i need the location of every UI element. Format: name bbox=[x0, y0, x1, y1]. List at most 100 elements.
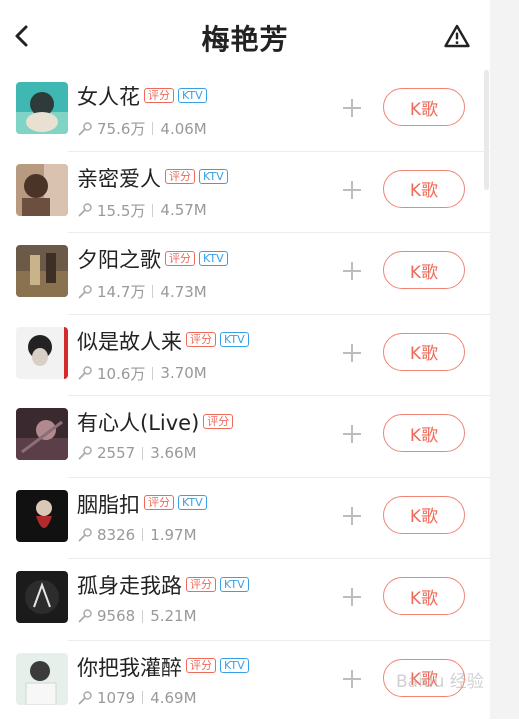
add-button[interactable] bbox=[340, 259, 364, 283]
play-count: 14.7万 bbox=[97, 281, 145, 302]
song-meta: 14.7万 4.73M bbox=[77, 281, 207, 302]
file-size: 4.57M bbox=[160, 201, 206, 219]
play-count: 9568 bbox=[97, 607, 135, 625]
song-title: 你把我灌醉评分KTV bbox=[77, 655, 249, 681]
song-name: 有心人(Live) bbox=[77, 411, 199, 435]
album-cover bbox=[16, 571, 68, 623]
microphone-icon bbox=[77, 365, 93, 381]
song-meta: 10.6万 3.70M bbox=[77, 363, 207, 384]
microphone-icon bbox=[77, 527, 93, 543]
score-tag: 评分 bbox=[165, 251, 195, 266]
plus-icon bbox=[340, 178, 364, 202]
song-name: 女人花 bbox=[77, 85, 140, 109]
file-size: 3.70M bbox=[160, 364, 206, 382]
ktv-tag: KTV bbox=[178, 88, 207, 103]
song-row[interactable]: 亲密爱人评分KTV 15.5万4.57M K歌 bbox=[0, 152, 490, 234]
play-count: 75.6万 bbox=[97, 118, 145, 139]
album-cover bbox=[16, 82, 68, 134]
k-song-button[interactable]: K歌 bbox=[383, 333, 465, 371]
play-count: 1079 bbox=[97, 689, 135, 707]
song-list: 女人花评分KTV 75.6万4.06M K歌 亲密爱人评分KTV 15.5万4.… bbox=[0, 70, 490, 722]
plus-icon bbox=[340, 585, 364, 609]
song-row[interactable]: 似是故人来评分 KTV 10.6万 3.70M K歌 bbox=[0, 315, 490, 397]
k-song-button[interactable]: K歌 bbox=[383, 577, 465, 615]
file-size: 3.66M bbox=[150, 444, 196, 462]
score-tag: 评分 bbox=[186, 577, 216, 592]
plus-icon bbox=[340, 667, 364, 691]
song-title: 似是故人来评分 KTV bbox=[77, 329, 249, 355]
add-button[interactable] bbox=[340, 585, 364, 609]
add-button[interactable] bbox=[340, 422, 364, 446]
song-name: 似是故人来 bbox=[77, 330, 182, 354]
divider bbox=[142, 691, 143, 704]
side-gutter bbox=[490, 0, 519, 719]
song-title: 亲密爱人评分KTV bbox=[77, 166, 228, 192]
divider bbox=[142, 610, 143, 623]
song-meta: 1079 4.69M bbox=[77, 689, 197, 707]
song-name: 夕阳之歌 bbox=[77, 248, 161, 272]
divider bbox=[152, 367, 153, 380]
add-button[interactable] bbox=[340, 341, 364, 365]
song-title: 孤身走我路评分KTV bbox=[77, 573, 249, 599]
score-tag: 评分 bbox=[144, 495, 174, 510]
file-size: 5.21M bbox=[150, 607, 196, 625]
play-count: 2557 bbox=[97, 444, 135, 462]
album-cover bbox=[16, 653, 68, 705]
divider bbox=[152, 122, 153, 135]
ktv-tag: KTV bbox=[220, 332, 249, 347]
plus-icon bbox=[340, 341, 364, 365]
divider bbox=[142, 447, 143, 460]
song-title: 有心人(Live) 评分 bbox=[77, 410, 233, 436]
plus-icon bbox=[340, 259, 364, 283]
song-meta: 15.5万4.57M bbox=[77, 200, 207, 221]
page-title: 梅艳芳 bbox=[0, 18, 490, 58]
song-row[interactable]: 孤身走我路评分KTV 95685.21M K歌 bbox=[0, 559, 490, 641]
report-button[interactable] bbox=[440, 20, 474, 52]
score-tag: 评分 bbox=[186, 332, 216, 347]
play-count: 10.6万 bbox=[97, 363, 145, 384]
song-name: 亲密爱人 bbox=[77, 167, 161, 191]
file-size: 1.97M bbox=[150, 526, 196, 544]
album-cover bbox=[16, 245, 68, 297]
k-song-button[interactable]: K歌 bbox=[383, 88, 465, 126]
ktv-tag: KTV bbox=[220, 577, 249, 592]
microphone-icon bbox=[77, 690, 93, 706]
ktv-tag: KTV bbox=[199, 251, 228, 266]
song-row[interactable]: 夕阳之歌评分 KTV 14.7万 4.73M K歌 bbox=[0, 233, 490, 315]
plus-icon bbox=[340, 96, 364, 120]
microphone-icon bbox=[77, 608, 93, 624]
song-meta: 83261.97M bbox=[77, 526, 197, 544]
plus-icon bbox=[340, 504, 364, 528]
k-song-button[interactable]: K歌 bbox=[383, 496, 465, 534]
ktv-tag: KTV bbox=[178, 495, 207, 510]
file-size: 4.73M bbox=[160, 283, 206, 301]
song-row[interactable]: 女人花评分 KTV 75.6万 4.06M K歌 bbox=[0, 70, 490, 152]
add-button[interactable] bbox=[340, 667, 364, 691]
album-cover bbox=[16, 164, 68, 216]
header-bar: 梅艳芳 bbox=[0, 0, 490, 70]
divider bbox=[152, 204, 153, 217]
file-size: 4.06M bbox=[160, 120, 206, 138]
k-song-button[interactable]: K歌 bbox=[383, 414, 465, 452]
add-button[interactable] bbox=[340, 178, 364, 202]
song-meta: 9568 5.21M bbox=[77, 607, 197, 625]
divider bbox=[142, 528, 143, 541]
score-tag: 评分 bbox=[203, 414, 233, 429]
album-cover bbox=[16, 490, 68, 542]
k-song-button[interactable]: K歌 bbox=[383, 251, 465, 289]
k-song-button[interactable]: K歌 bbox=[383, 170, 465, 208]
song-name: 你把我灌醉 bbox=[77, 656, 182, 680]
score-tag: 评分 bbox=[144, 88, 174, 103]
add-button[interactable] bbox=[340, 504, 364, 528]
song-title: 女人花评分 KTV bbox=[77, 84, 207, 110]
album-cover bbox=[16, 408, 68, 460]
album-cover bbox=[16, 327, 68, 379]
song-meta: 2557 3.66M bbox=[77, 444, 197, 462]
song-row[interactable]: 胭脂扣评分KTV 83261.97M K歌 bbox=[0, 478, 490, 560]
add-button[interactable] bbox=[340, 96, 364, 120]
file-size: 4.69M bbox=[150, 689, 196, 707]
microphone-icon bbox=[77, 202, 93, 218]
song-meta: 75.6万 4.06M bbox=[77, 118, 207, 139]
score-tag: 评分 bbox=[186, 658, 216, 673]
song-row[interactable]: 有心人(Live) 评分 2557 3.66M K歌 bbox=[0, 396, 490, 478]
